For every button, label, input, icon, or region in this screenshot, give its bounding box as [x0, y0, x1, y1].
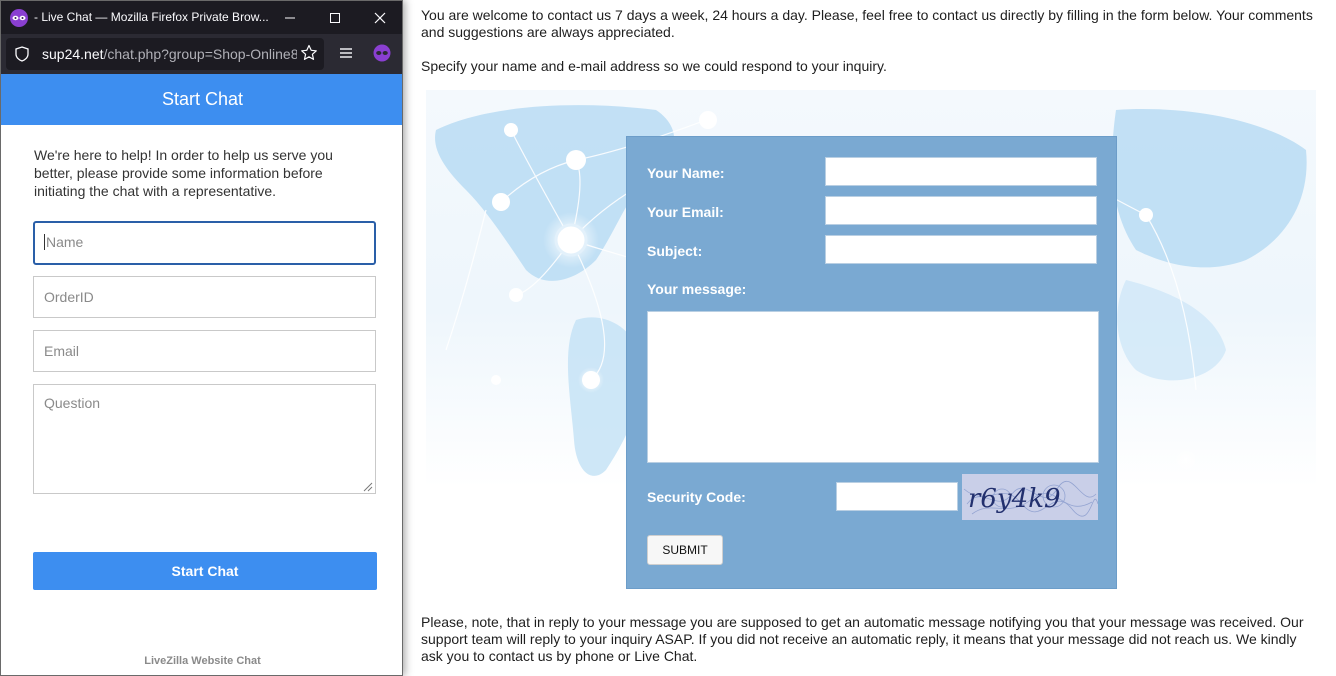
maximize-icon[interactable]: [312, 1, 357, 34]
chat-intro-text: We're here to help! In order to help us …: [34, 147, 333, 199]
live-chat-popup-window: - Live Chat — Mozilla Firefox Private Br…: [0, 0, 403, 676]
url-bar[interactable]: sup24.net/chat.php?group=Shop-Online8: [6, 38, 324, 70]
resize-grip-icon[interactable]: [361, 479, 373, 492]
chat-question-textarea[interactable]: Question: [33, 384, 376, 494]
bookmark-star-icon[interactable]: [300, 44, 318, 62]
name-label: Your Name:: [647, 165, 725, 181]
message-textarea[interactable]: [647, 311, 1099, 463]
close-icon[interactable]: [357, 1, 402, 34]
intro-paragraph: You are welcome to contact us 7 days a w…: [421, 7, 1313, 40]
url-text[interactable]: sup24.net/chat.php?group=Shop-Online8: [42, 46, 297, 62]
url-domain: sup24.net: [42, 46, 104, 62]
url-path: /chat.php?group=Shop-Online8: [103, 46, 298, 62]
chat-header-title: Start Chat: [1, 74, 402, 125]
livezilla-brand-link[interactable]: LiveZilla Website Chat: [1, 655, 402, 667]
name-placeholder: Name: [46, 234, 84, 250]
window-title: - Live Chat — Mozilla Firefox Private Br…: [34, 10, 269, 24]
private-browsing-icon: [9, 8, 29, 28]
note-paragraph: Please, note, that in reply to your mess…: [421, 614, 1304, 664]
subject-label: Subject:: [647, 243, 703, 259]
navigation-toolbar: sup24.net/chat.php?group=Shop-Online8: [1, 34, 402, 74]
orderid-placeholder: OrderID: [44, 289, 94, 305]
message-label: Your message:: [647, 281, 747, 297]
specify-paragraph: Specify your name and e-mail address so …: [421, 58, 887, 74]
shield-icon[interactable]: [14, 46, 30, 62]
security-code-input[interactable]: [836, 482, 958, 511]
your-email-input[interactable]: [825, 196, 1097, 225]
email-label: Your Email:: [647, 204, 724, 220]
chat-orderid-input[interactable]: OrderID: [33, 276, 376, 318]
window-titlebar: - Live Chat — Mozilla Firefox Private Br…: [1, 1, 402, 34]
email-placeholder: Email: [44, 343, 80, 359]
submit-button[interactable]: SUBMIT: [647, 535, 723, 565]
captcha-image: r6y4k9: [962, 474, 1098, 520]
question-placeholder: Question: [44, 395, 101, 411]
security-code-label: Security Code:: [647, 489, 746, 505]
chat-email-input[interactable]: Email: [33, 330, 376, 372]
text-caret: [44, 234, 45, 250]
private-mask-icon: [373, 44, 391, 62]
start-chat-button[interactable]: Start Chat: [33, 552, 377, 590]
chat-name-input[interactable]: Name: [33, 221, 376, 265]
subject-input[interactable]: [825, 235, 1097, 264]
minimize-icon[interactable]: [267, 1, 312, 34]
captcha-text: r6y4k9: [968, 484, 1061, 514]
hamburger-menu-icon[interactable]: [337, 44, 355, 62]
contact-form: Your Name: Your Email: Subject: Your mes…: [626, 136, 1117, 589]
your-name-input[interactable]: [825, 157, 1097, 186]
